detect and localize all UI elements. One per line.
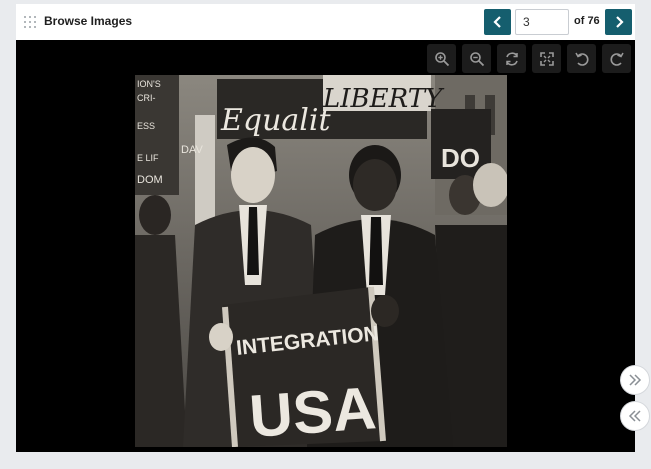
zoom-in-icon — [434, 51, 449, 66]
chevron-right-icon — [615, 16, 624, 28]
page-number-input[interactable] — [515, 9, 569, 35]
zoom-out-button[interactable] — [462, 44, 491, 73]
rotate-right-icon — [609, 52, 624, 66]
rotate-left-icon — [574, 52, 589, 66]
sign-text: CRI- — [137, 93, 156, 103]
double-chevron-left-icon — [628, 410, 641, 422]
sign-text: DAV — [181, 144, 203, 156]
page-total-label: of 76 — [574, 15, 600, 27]
sign-text: Equalit — [220, 103, 332, 138]
zoom-in-button[interactable] — [427, 44, 456, 73]
drag-handle-icon[interactable] — [24, 16, 36, 28]
image-viewer[interactable]: ION'S CRI- ESS DAV E LIF DOM Equalit LIB… — [16, 40, 635, 452]
reset-view-icon — [505, 51, 518, 66]
rotate-left-button[interactable] — [567, 44, 596, 73]
sign-text: DOM — [137, 174, 163, 186]
panel-header: Browse Images of 76 — [16, 4, 635, 40]
panel-title: Browse Images — [44, 14, 133, 28]
expand-sidebar-button[interactable] — [620, 365, 650, 395]
next-page-button[interactable] — [605, 9, 632, 35]
banner-text: USA — [247, 374, 378, 447]
image-browser-panel: Browse Images of 76 — [16, 4, 635, 452]
protest-photo-illustration: ION'S CRI- ESS DAV E LIF DOM Equalit LIB… — [135, 75, 507, 447]
rotate-right-button[interactable] — [602, 44, 631, 73]
displayed-photo: ION'S CRI- ESS DAV E LIF DOM Equalit LIB… — [135, 75, 507, 447]
fullscreen-icon — [539, 51, 554, 66]
reset-view-button[interactable] — [497, 44, 526, 73]
collapse-sidebar-button[interactable] — [620, 401, 650, 431]
sign-text: LIBERTY — [322, 84, 445, 114]
viewer-toolbar — [427, 44, 631, 73]
sign-text: E LIF — [137, 153, 159, 163]
fullscreen-button[interactable] — [532, 44, 561, 73]
sign-text: DO — [441, 143, 480, 173]
sign-text: ESS — [137, 121, 155, 131]
double-chevron-right-icon — [629, 374, 642, 386]
sign-text: ION'S — [137, 79, 161, 89]
zoom-out-icon — [469, 51, 484, 66]
chevron-left-icon — [492, 16, 501, 28]
previous-page-button[interactable] — [484, 9, 511, 35]
